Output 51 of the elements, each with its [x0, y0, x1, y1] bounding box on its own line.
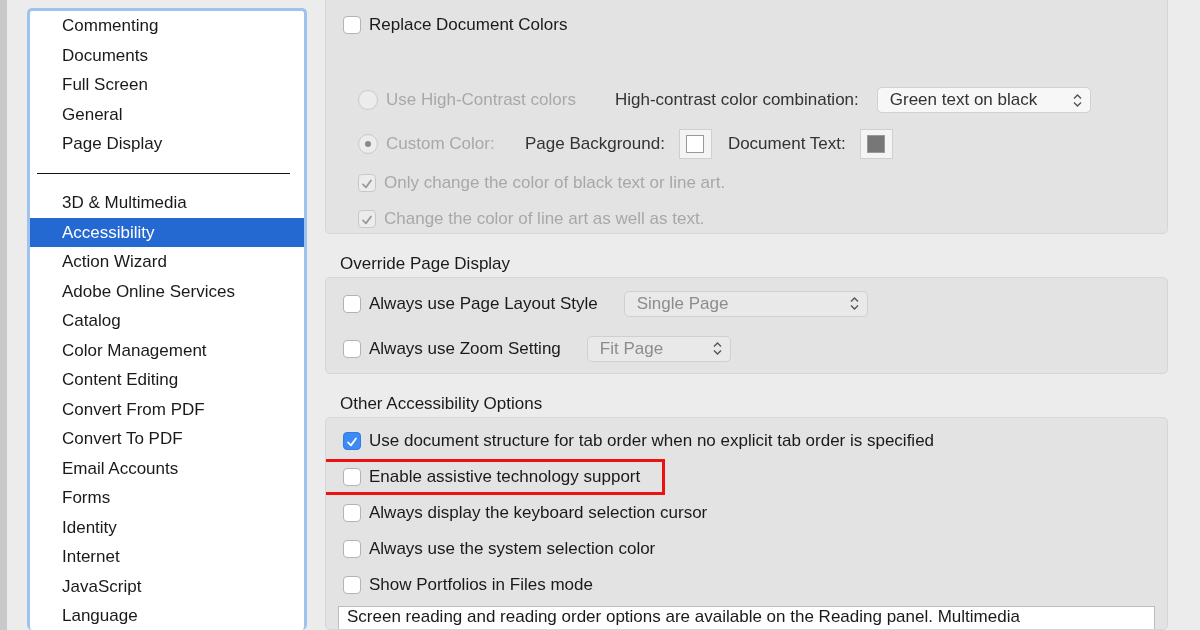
category-item[interactable]: Content Editing — [30, 365, 304, 395]
swatch-label: Document Text: — [727, 134, 846, 154]
category-item[interactable]: Accessibility — [30, 217, 304, 247]
checkbox[interactable] — [343, 576, 361, 594]
checkbox[interactable] — [343, 294, 361, 313]
combo-label: High-contrast color combination: — [615, 90, 859, 110]
checkbox-label: Enable assistive technology support — [369, 467, 641, 487]
checkbox[interactable] — [343, 339, 361, 358]
checkbox[interactable] — [343, 468, 361, 486]
checkbox[interactable] — [343, 15, 361, 34]
checkbox-label: Always use Zoom Setting — [369, 338, 561, 359]
category-item[interactable]: Page Display — [30, 129, 304, 159]
category-item[interactable]: Email Accounts — [30, 453, 304, 483]
chevron-icon — [849, 296, 859, 311]
category-item[interactable]: Action Wizard — [30, 247, 304, 277]
checkbox-label: Always use Page Layout Style — [369, 293, 598, 314]
category-item[interactable]: Documents — [30, 40, 304, 70]
category-item[interactable]: JavaScript — [30, 571, 304, 601]
category-item[interactable]: Forms — [30, 483, 304, 513]
chevron-icon — [712, 341, 722, 356]
category-item[interactable]: Full Screen — [30, 70, 304, 100]
radio-label: Custom Color: — [386, 134, 496, 154]
color-swatch[interactable] — [678, 129, 712, 159]
category-item[interactable]: Language — [30, 601, 304, 630]
checkbox[interactable] — [343, 540, 361, 558]
checkbox[interactable] — [343, 504, 361, 522]
info-text: Screen reading and reading order options are available on the Reading panel. Multimedia — [338, 606, 1155, 629]
category-item[interactable]: Commenting — [30, 11, 304, 41]
checkbox-label: Always use the system selection color — [369, 539, 656, 559]
color-swatch[interactable] — [859, 129, 893, 159]
checkbox-label: Only change the color of black text or line art. — [384, 173, 726, 193]
checkbox[interactable] — [343, 432, 361, 450]
section-title: Override Page Display — [340, 253, 512, 275]
category-item[interactable]: Identity — [30, 512, 304, 542]
section-title: Other Accessibility Options — [340, 393, 544, 415]
checkbox-label: Change the color of line art as well as text. — [384, 209, 705, 229]
checkbox-label: Show Portfolios in Files mode — [369, 575, 593, 595]
category-item[interactable]: Convert To PDF — [30, 424, 304, 454]
chevron-icon — [1072, 92, 1082, 108]
radio-label: Use High-Contrast colors — [386, 90, 577, 110]
checkbox-label: Always display the keyboard selection cursor — [369, 503, 708, 523]
category-item[interactable]: 3D & Multimedia — [30, 188, 304, 218]
category-item[interactable]: General — [30, 99, 304, 129]
category-item[interactable]: Convert From PDF — [30, 394, 304, 424]
category-item[interactable]: Internet — [30, 542, 304, 572]
swatch-label: Page Background: — [525, 134, 665, 154]
category-item[interactable]: Catalog — [30, 306, 304, 336]
checkbox-label: Replace Document Colors — [369, 14, 568, 35]
category-item[interactable]: Color Management — [30, 335, 304, 365]
category-item[interactable]: Adobe Online Services — [30, 276, 304, 306]
checkbox-label: Use document structure for tab order when no explicit tab order is specified — [369, 431, 935, 451]
